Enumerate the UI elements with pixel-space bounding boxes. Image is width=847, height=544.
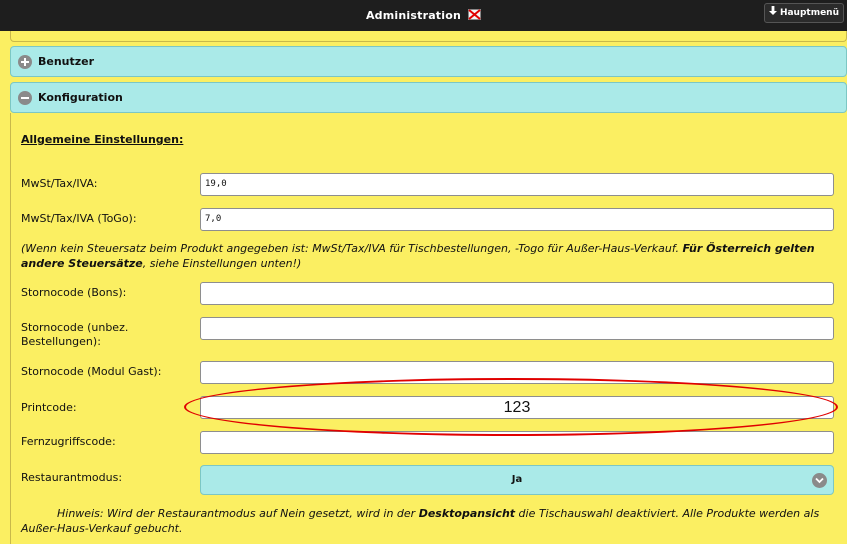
- printcode-field[interactable]: 123: [200, 396, 834, 419]
- fernzugriff-label: Fernzugriffscode:: [21, 435, 116, 448]
- plus-circle-icon: [18, 55, 32, 69]
- hint-bold: Desktopansicht: [418, 507, 516, 520]
- arrow-down-icon: [768, 4, 777, 22]
- main-menu-label: Hauptmenü: [779, 8, 839, 18]
- accordion-konfiguration[interactable]: Konfiguration: [10, 82, 847, 113]
- storno-bons-label: Stornocode (Bons):: [21, 286, 127, 299]
- mwst-label: MwSt/Tax/IVA:: [21, 177, 98, 190]
- printcode-label: Printcode:: [21, 401, 77, 414]
- page-title-text: Administration: [365, 9, 462, 22]
- restaurant-hint: Hinweis: Wird der Restaurantmodus auf Ne…: [21, 506, 821, 536]
- mwst-togo-field[interactable]: 7,0: [200, 208, 834, 231]
- minus-circle-icon: [18, 91, 32, 105]
- mwst-field[interactable]: 19,0: [200, 173, 834, 196]
- accordion-benutzer-label: Benutzer: [38, 55, 95, 68]
- storno-gast-label: Stornocode (Modul Gast):: [21, 365, 162, 378]
- storno-unbez-label: Stornocode (unbez. Bestellungen):: [21, 321, 129, 348]
- accordion-konfiguration-label: Konfiguration: [38, 91, 123, 104]
- fernzugriff-field[interactable]: [200, 431, 834, 454]
- storno-gast-field[interactable]: [200, 361, 834, 384]
- page-title: Administration: [0, 9, 847, 22]
- top-bar: Administration Hauptmenü: [0, 0, 847, 31]
- tax-note-text: (Wenn kein Steuersatz beim Produkt angeg…: [21, 242, 683, 255]
- accordion-benutzer[interactable]: Benutzer: [10, 46, 847, 77]
- tax-note-text-end: , siehe Einstellungen unten!): [142, 257, 302, 270]
- storno-bons-field[interactable]: [200, 282, 834, 305]
- broken-image-icon: [468, 9, 482, 20]
- chevron-down-icon: [812, 473, 827, 488]
- storno-unbez-field[interactable]: [200, 317, 834, 340]
- section-title: Allgemeine Einstellungen:: [21, 133, 184, 146]
- restaurantmodus-label: Restaurantmodus:: [21, 471, 123, 484]
- tax-note: (Wenn kein Steuersatz beim Produkt angeg…: [21, 241, 836, 271]
- mwst-togo-label: MwSt/Tax/IVA (ToGo):: [21, 212, 137, 225]
- restaurantmodus-select[interactable]: Ja: [200, 465, 834, 495]
- restaurantmodus-value: Ja: [511, 474, 523, 485]
- previous-panel-edge: [10, 31, 847, 42]
- hint-text: Hinweis: Wird der Restaurantmodus auf Ne…: [57, 507, 419, 520]
- main-menu-button[interactable]: Hauptmenü: [763, 3, 844, 23]
